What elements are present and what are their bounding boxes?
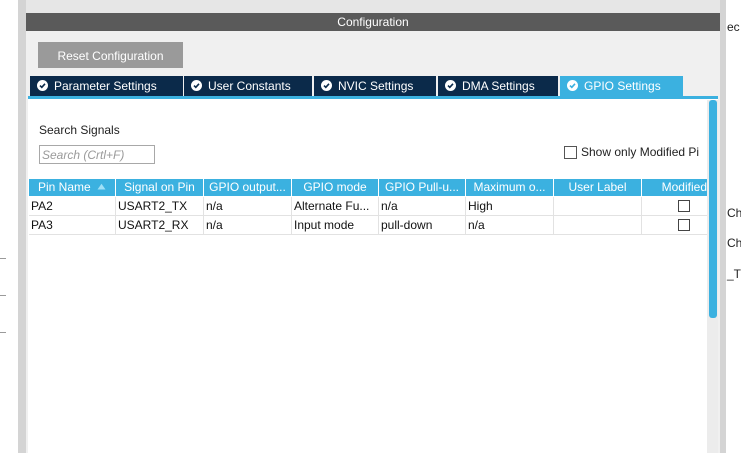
check-circle-icon xyxy=(445,80,456,91)
column-header-maximum-output[interactable]: Maximum o... xyxy=(466,179,554,196)
reset-configuration-button[interactable]: Reset Configuration xyxy=(38,42,183,68)
top-edge xyxy=(26,0,720,13)
table-cell-pin[interactable]: PA3 xyxy=(29,216,116,235)
tab-underline xyxy=(28,96,718,99)
scrollbar-thumb[interactable] xyxy=(709,100,717,318)
check-circle-icon xyxy=(567,80,578,91)
table-cell-user-label[interactable] xyxy=(554,197,642,216)
table-cell-pin[interactable]: PA2 xyxy=(29,197,116,216)
column-header-signal-on-pin[interactable]: Signal on Pin xyxy=(116,179,204,196)
splitter-left[interactable] xyxy=(18,0,26,453)
tab-nvic-settings[interactable]: NVIC Settings xyxy=(314,76,436,96)
divider xyxy=(0,332,6,333)
modified-checkbox[interactable] xyxy=(678,219,690,231)
tab-label: User Constants xyxy=(208,79,291,93)
column-header-gpio-mode[interactable]: GPIO mode xyxy=(292,179,379,196)
tab-gpio-settings[interactable]: GPIO Settings xyxy=(560,76,683,96)
table-cell-modified xyxy=(642,197,707,216)
table-cell-mode[interactable]: Input mode xyxy=(292,216,379,235)
side-text-fragment: _T xyxy=(727,267,741,281)
modified-checkbox[interactable] xyxy=(678,200,690,212)
table-cell-signal[interactable]: USART2_TX xyxy=(116,197,204,216)
column-header-modified[interactable]: Modified xyxy=(642,179,707,196)
check-circle-icon xyxy=(37,80,48,91)
right-pane-edge: ec Ch Ch _T xyxy=(726,0,741,453)
side-text-fragment: Ch xyxy=(727,206,741,220)
check-circle-icon xyxy=(321,80,332,91)
table-cell-pull[interactable]: n/a xyxy=(379,197,466,216)
tab-label: Parameter Settings xyxy=(54,79,157,93)
table-cell-output[interactable]: n/a xyxy=(204,197,292,216)
tab-label: GPIO Settings xyxy=(584,79,661,93)
tab-label: DMA Settings xyxy=(462,79,535,93)
tab-label: NVIC Settings xyxy=(338,79,414,93)
tab-parameter-settings[interactable]: Parameter Settings xyxy=(30,76,183,96)
side-text-fragment: Ch xyxy=(727,236,741,250)
table-cell-output[interactable]: n/a xyxy=(204,216,292,235)
divider xyxy=(0,258,6,259)
column-header-gpio-pull[interactable]: GPIO Pull-u... xyxy=(379,179,466,196)
table-cell-pull[interactable]: pull-down xyxy=(379,216,466,235)
tab-user-constants[interactable]: User Constants xyxy=(184,76,312,96)
tab-dma-settings[interactable]: DMA Settings xyxy=(438,76,558,96)
divider xyxy=(0,295,6,296)
table-cell-signal[interactable]: USART2_RX xyxy=(116,216,204,235)
table-cell-max-output[interactable]: High xyxy=(466,197,554,216)
table-cell-max-output[interactable]: n/a xyxy=(466,216,554,235)
column-header-pin-name[interactable]: Pin Name xyxy=(29,179,116,196)
side-text-fragment: ec xyxy=(727,20,740,34)
show-only-modified-label: Show only Modified Pi xyxy=(581,145,700,159)
table-cell-mode[interactable]: Alternate Fu... xyxy=(292,197,379,216)
configuration-title-bar: Configuration xyxy=(26,13,720,31)
left-pane-edge xyxy=(0,0,18,453)
column-header-gpio-output[interactable]: GPIO output... xyxy=(204,179,292,196)
search-signals-label: Search Signals xyxy=(39,123,120,137)
check-circle-icon xyxy=(191,80,202,91)
search-input[interactable] xyxy=(39,145,155,164)
table-cell-user-label[interactable] xyxy=(554,216,642,235)
column-header-label: Pin Name xyxy=(37,180,91,194)
column-header-user-label[interactable]: User Label xyxy=(554,179,642,196)
sort-ascending-icon xyxy=(97,183,106,190)
show-only-modified-checkbox[interactable] xyxy=(564,146,577,159)
table-cell-modified xyxy=(642,216,707,235)
